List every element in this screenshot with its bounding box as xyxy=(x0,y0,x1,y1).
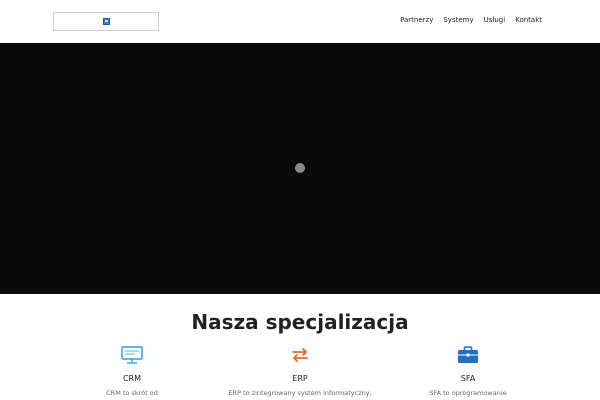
feature-title: CRM xyxy=(122,374,142,383)
logo[interactable] xyxy=(53,12,159,31)
feature-title: ERP xyxy=(292,374,308,383)
feature-erp[interactable]: ERP ERP to zintegrowany system informaty… xyxy=(220,345,380,397)
feature-crm[interactable]: CRM CRM to skrót od xyxy=(52,345,212,397)
nav-item-kontakt[interactable]: Kontakt xyxy=(515,15,542,25)
briefcase-icon xyxy=(458,346,478,363)
site-header: Partnerzy Systemy Usługi Kontakt xyxy=(0,0,600,43)
feature-sfa[interactable]: SFA SFA to oprogramowanie xyxy=(388,345,548,397)
monitor-icon xyxy=(121,346,143,364)
nav-item-uslugi[interactable]: Usługi xyxy=(484,15,506,25)
logo-icon xyxy=(103,18,110,25)
main-nav: Partnerzy Systemy Usługi Kontakt xyxy=(390,15,542,25)
feature-description: CRM to skrót od xyxy=(106,389,158,397)
swap-arrows-icon xyxy=(292,348,308,362)
nav-item-partnerzy[interactable]: Partnerzy xyxy=(400,15,433,25)
section-title: Nasza specjalizacja xyxy=(191,310,409,334)
feature-description: SFA to oprogramowanie xyxy=(429,389,507,397)
loading-spinner-icon xyxy=(295,163,305,173)
nav-item-systemy[interactable]: Systemy xyxy=(443,15,473,25)
feature-title: SFA xyxy=(460,374,476,383)
feature-description: ERP to zintegrowany system informatyczny… xyxy=(228,389,372,397)
hero-slider xyxy=(0,43,600,294)
features-row: CRM CRM to skrót od ERP ERP to zintegrow… xyxy=(0,345,600,400)
